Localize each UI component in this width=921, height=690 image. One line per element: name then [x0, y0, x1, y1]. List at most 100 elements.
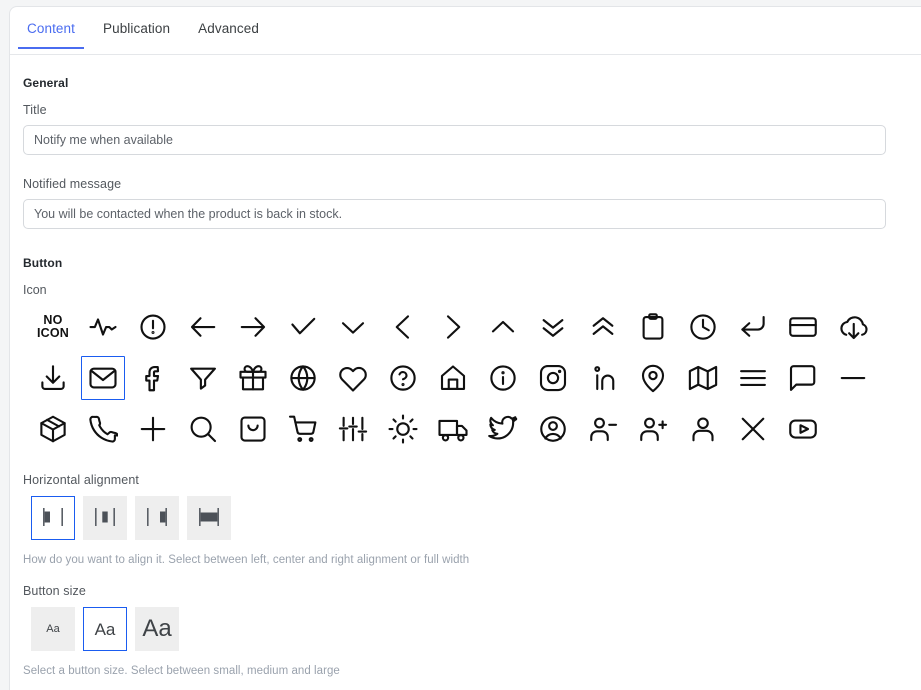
align-left-icon: [38, 502, 68, 535]
alignment-option-align-left[interactable]: [31, 496, 75, 540]
map-pin-icon: [638, 363, 668, 393]
section-title-button: Button: [23, 256, 63, 270]
mail-icon: [88, 363, 118, 393]
icon-option-minus-icon[interactable]: [831, 356, 875, 400]
help-circle-icon: [388, 363, 418, 393]
sliders-icon: [338, 414, 368, 444]
icon-option-message-square-icon[interactable]: [781, 356, 825, 400]
icon-option-sun-icon[interactable]: [381, 407, 425, 451]
icon-option-shopping-cart-icon[interactable]: [281, 407, 325, 451]
icon-option-user-minus-icon[interactable]: [581, 407, 625, 451]
icon-option-chevron-down-icon[interactable]: [331, 305, 375, 349]
title-input[interactable]: [23, 125, 886, 155]
icon-option-truck-icon[interactable]: [431, 407, 475, 451]
icon-option-chevron-left-icon[interactable]: [381, 305, 425, 349]
icon-option-package-icon[interactable]: [31, 407, 75, 451]
alignment-option-align-full-width[interactable]: [187, 496, 231, 540]
icon-option-home-icon[interactable]: [431, 356, 475, 400]
sun-icon: [388, 414, 418, 444]
icon-option-activity-icon[interactable]: [81, 305, 125, 349]
alignment-option-align-right[interactable]: [135, 496, 179, 540]
chevron-down-icon: [338, 312, 368, 342]
info-icon: [488, 363, 518, 393]
icon-option-cloud-download-icon[interactable]: [831, 305, 875, 349]
tab-advanced[interactable]: Advanced: [184, 7, 273, 49]
settings-panel: Content Publication Advanced General Tit…: [9, 6, 921, 690]
alignment-option-align-center[interactable]: [83, 496, 127, 540]
user-circle-icon: [538, 414, 568, 444]
truck-icon: [438, 414, 468, 444]
facebook-icon: [138, 363, 168, 393]
icon-option-clock-icon[interactable]: [681, 305, 725, 349]
plus-icon: [138, 414, 168, 444]
icon-option-menu-icon[interactable]: [731, 356, 775, 400]
icon-option-corner-down-left-icon[interactable]: [731, 305, 775, 349]
icon-option-shopping-bag-icon[interactable]: [231, 407, 275, 451]
icon-option-arrow-right-icon[interactable]: [231, 305, 275, 349]
tab-publication[interactable]: Publication: [89, 7, 184, 49]
icon-option-filter-icon[interactable]: [181, 356, 225, 400]
settings-panel-root: Content Publication Advanced General Tit…: [0, 0, 921, 690]
alignment-label: Horizontal alignment: [23, 473, 139, 487]
size-small-label: Aa: [46, 622, 60, 635]
instagram-icon: [538, 363, 568, 393]
icon-option-user-icon[interactable]: [681, 407, 725, 451]
clock-icon: [688, 312, 718, 342]
icon-option-check-icon[interactable]: [281, 305, 325, 349]
chevrons-up-icon: [588, 312, 618, 342]
icon-option-sliders-icon[interactable]: [331, 407, 375, 451]
minus-icon: [838, 363, 868, 393]
notified-message-input[interactable]: [23, 199, 886, 229]
icon-option-no-icon[interactable]: NO ICON: [31, 305, 75, 349]
home-icon: [438, 363, 468, 393]
icon-option-alert-circle-icon[interactable]: [131, 305, 175, 349]
icon-option-globe-icon[interactable]: [281, 356, 325, 400]
icon-option-twitter-icon[interactable]: [481, 407, 525, 451]
size-large-label: Aa: [142, 615, 172, 642]
chevron-up-icon: [488, 312, 518, 342]
button-size-option-size-large[interactable]: Aa: [135, 607, 179, 651]
size-medium-label: Aa: [94, 619, 116, 639]
menu-icon: [738, 363, 768, 393]
icon-option-chevron-right-icon[interactable]: [431, 305, 475, 349]
icon-option-chevron-up-icon[interactable]: [481, 305, 525, 349]
icon-option-phone-icon[interactable]: [81, 407, 125, 451]
section-title-general: General: [23, 76, 69, 90]
chevron-right-icon: [438, 312, 468, 342]
icon-option-clipboard-icon[interactable]: [631, 305, 675, 349]
button-size-option-size-small[interactable]: Aa: [31, 607, 75, 651]
icon-option-linkedin-icon[interactable]: [581, 356, 625, 400]
icon-option-mail-icon[interactable]: [81, 356, 125, 400]
icon-option-user-circle-icon[interactable]: [531, 407, 575, 451]
icon-option-chevrons-up-icon[interactable]: [581, 305, 625, 349]
icon-option-credit-card-icon[interactable]: [781, 305, 825, 349]
icon-option-x-icon[interactable]: [731, 407, 775, 451]
icon-option-map-pin-icon[interactable]: [631, 356, 675, 400]
icon-option-youtube-icon[interactable]: [781, 407, 825, 451]
icon-option-search-icon[interactable]: [181, 407, 225, 451]
icon-option-plus-icon[interactable]: [131, 407, 175, 451]
icon-option-heart-icon[interactable]: [331, 356, 375, 400]
credit-card-icon: [788, 312, 818, 342]
icon-option-instagram-icon[interactable]: [531, 356, 575, 400]
message-square-icon: [788, 363, 818, 393]
icon-option-facebook-icon[interactable]: [131, 356, 175, 400]
icon-option-arrow-left-icon[interactable]: [181, 305, 225, 349]
button-size-option-size-medium[interactable]: Aa: [83, 607, 127, 651]
alert-circle-icon: [138, 312, 168, 342]
phone-icon: [88, 414, 118, 444]
chevrons-down-icon: [538, 312, 568, 342]
icon-option-help-circle-icon[interactable]: [381, 356, 425, 400]
notified-message-label: Notified message: [23, 177, 122, 191]
activity-icon: [88, 312, 118, 342]
icon-option-gift-icon[interactable]: [231, 356, 275, 400]
icon-option-info-icon[interactable]: [481, 356, 525, 400]
icon-option-download-icon[interactable]: [31, 356, 75, 400]
icon-option-user-plus-icon[interactable]: [631, 407, 675, 451]
icon-option-chevrons-down-icon[interactable]: [531, 305, 575, 349]
alignment-helper-text: How do you want to align it. Select betw…: [23, 554, 470, 566]
tab-content[interactable]: Content: [13, 7, 89, 49]
settings-body: General Title Notified message Button Ic…: [10, 55, 921, 677]
map-icon: [688, 363, 718, 393]
icon-option-map-icon[interactable]: [681, 356, 725, 400]
